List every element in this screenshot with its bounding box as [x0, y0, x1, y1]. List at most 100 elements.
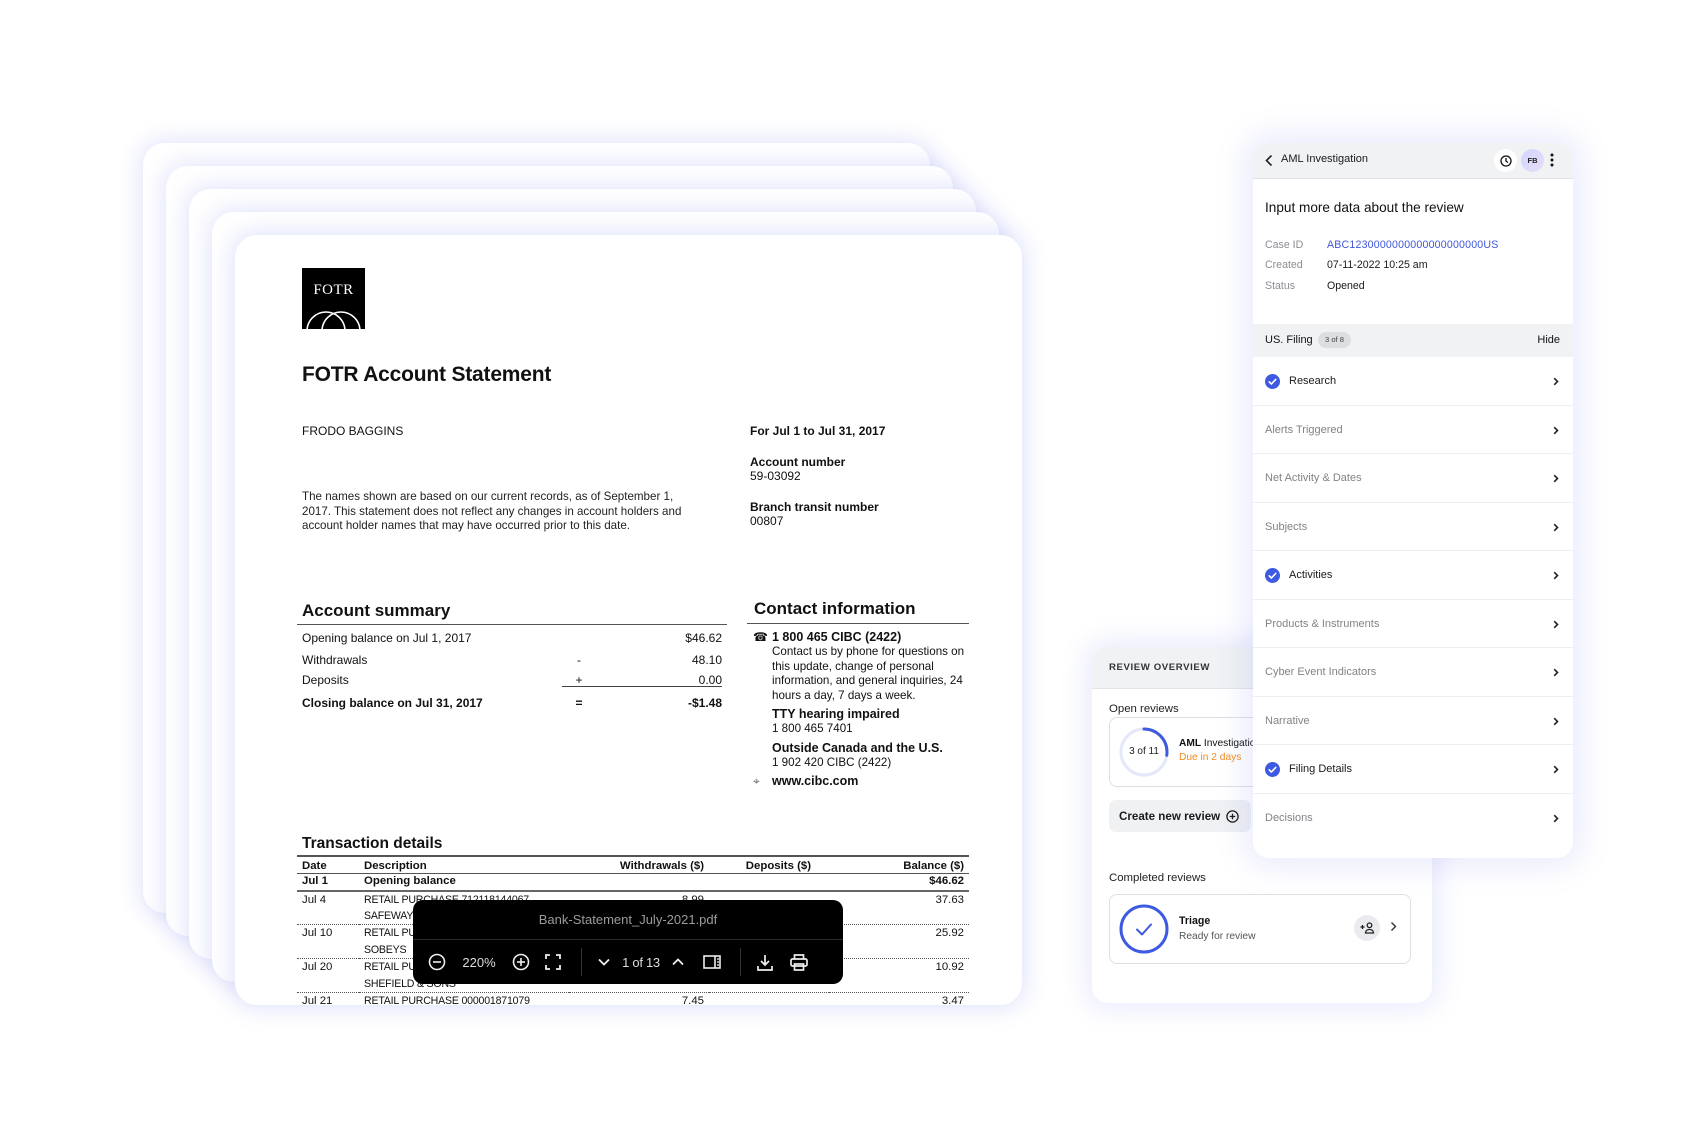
pdf-controls: 220% 1 of 13 [413, 940, 843, 984]
cell-date: Jul 1 [297, 873, 359, 892]
summary-amount: 48.10 [691, 653, 722, 667]
mouse-pointer-icon: ⌖ [753, 773, 760, 788]
sidebar-toggle-button[interactable] [699, 940, 725, 984]
filing-step-label: Research [1289, 375, 1337, 387]
chevron-right-icon [1553, 765, 1559, 774]
summary-amount: 0.00 [698, 673, 722, 687]
page-indicator: 1 of 13 [622, 954, 660, 970]
zoom-in-icon [512, 953, 530, 971]
zoom-out-button[interactable] [425, 940, 449, 984]
create-new-review-button[interactable]: Create new review [1109, 800, 1251, 832]
filing-step-item[interactable]: Cyber Event Indicators [1253, 648, 1573, 697]
more-options-icon[interactable] [1550, 153, 1554, 167]
summary-label: Closing balance on Jul 31, 2017 [302, 696, 483, 710]
contact-website-link[interactable]: www.cibc.com [772, 774, 858, 788]
filing-step-item[interactable]: Filing Details [1253, 745, 1573, 794]
filing-step-label: Net Activity & Dates [1265, 472, 1362, 484]
previous-page-button[interactable] [667, 940, 689, 984]
divider [562, 686, 722, 687]
summary-row: Opening balance on Jul 1, 2017 $46.62 [302, 631, 722, 647]
filing-step-item[interactable]: Subjects [1253, 503, 1573, 551]
download-icon [757, 954, 773, 971]
contact-info-title: Contact information [754, 599, 916, 618]
filing-step-item[interactable]: Alerts Triggered [1253, 406, 1573, 454]
filing-section-header: US. Filing 3 of 8 Hide [1253, 324, 1573, 357]
account-number-value: 59-03092 [750, 469, 801, 483]
cell-balance: 3.47 [941, 995, 964, 1005]
filing-step-label: Cyber Event Indicators [1265, 666, 1377, 678]
filing-step-item[interactable]: Narrative [1253, 697, 1573, 745]
panel-header: AML Investigation FB [1253, 143, 1573, 179]
account-summary-title: Account summary [302, 601, 451, 620]
contact-phone-description: Contact us by phone for questions on thi… [772, 645, 965, 702]
column-header-description: Description [359, 855, 569, 874]
user-avatar[interactable]: FB [1521, 149, 1544, 172]
filing-step-item[interactable]: Activities [1253, 551, 1573, 600]
check-circle-icon [1265, 762, 1280, 777]
filing-step-label: Filing Details [1289, 763, 1352, 775]
filing-step-item[interactable]: Products & Instruments [1253, 600, 1573, 648]
chevron-right-icon [1553, 377, 1559, 386]
cell-balance: 37.63 [935, 893, 964, 906]
case-id-link[interactable]: ABC1230000000000000000000US [1327, 239, 1499, 251]
open-review-card[interactable]: 3 of 11 AML Investigation Due in 2 days [1109, 717, 1269, 787]
chevron-right-icon [1553, 620, 1559, 628]
completed-review-status: Ready for review [1179, 931, 1256, 942]
contact-phone: 1 800 465 CIBC (2422) [772, 630, 902, 644]
summary-label: Withdrawals [302, 653, 368, 667]
filing-step-item[interactable]: Research [1253, 357, 1573, 406]
cell-description: Opening balance [359, 873, 569, 892]
summary-label: Deposits [302, 673, 349, 687]
statement-period: For Jul 1 to Jul 31, 2017 [750, 424, 886, 438]
chevron-right-icon [1553, 571, 1559, 580]
open-review-title-bold: AML [1179, 738, 1202, 749]
download-button[interactable] [753, 940, 777, 984]
table-row: Jul 21 RETAIL PURCHASE 000001871079 7.45… [297, 993, 969, 1005]
filing-step-label: Decisions [1265, 811, 1313, 824]
branch-number-block: Branch transit number 00807 [750, 500, 879, 528]
back-chevron-icon[interactable] [1265, 154, 1273, 167]
outside-number: 1 902 420 CIBC (2422) [772, 756, 892, 770]
chevron-right-icon [1553, 426, 1559, 434]
table-header-row: Date Description Withdrawals ($) Deposit… [297, 855, 969, 874]
cell-date: Jul 21 [302, 995, 333, 1005]
completed-review-card[interactable]: Triage Ready for review [1109, 894, 1411, 964]
due-date-label: Due in 2 days [1179, 752, 1242, 763]
meta-key: Case ID [1265, 239, 1304, 251]
logo-rings-icon [306, 311, 361, 329]
filing-step-label: Products & Instruments [1265, 617, 1380, 630]
filing-step-label: Narrative [1265, 714, 1310, 727]
fullscreen-button[interactable] [541, 940, 565, 984]
print-icon [790, 953, 808, 971]
cell-withdrawal: 7.45 [681, 995, 704, 1005]
history-button[interactable] [1494, 149, 1517, 172]
open-reviews-label: Open reviews [1109, 703, 1179, 715]
hide-button[interactable]: Hide [1537, 334, 1560, 346]
pdf-filename: Bank-Statement_July-2021.pdf [413, 900, 843, 940]
assign-user-button[interactable] [1354, 915, 1380, 941]
add-user-icon [1360, 922, 1374, 934]
outside-label: Outside Canada and the U.S. [772, 740, 943, 755]
cell-balance: $46.62 [829, 873, 969, 892]
fullscreen-icon [545, 954, 561, 970]
plus-circle-icon [1226, 809, 1239, 823]
column-header-deposits: Deposits ($) [709, 855, 829, 874]
filing-step-item[interactable]: Net Activity & Dates [1253, 454, 1573, 503]
summary-row-closing: Closing balance on Jul 31, 2017 = -$1.48 [302, 696, 722, 712]
transaction-details-title: Transaction details [302, 835, 443, 852]
check-circle-icon [1265, 568, 1280, 583]
print-button[interactable] [785, 940, 813, 984]
zoom-in-button[interactable] [509, 940, 533, 984]
meta-row-status: Status Opened [1265, 280, 1365, 292]
chevron-right-icon[interactable] [1390, 921, 1397, 932]
records-notice: The names shown are based on our current… [302, 490, 682, 532]
meta-key: Status [1265, 280, 1296, 292]
chevron-down-icon [598, 958, 610, 966]
contact-info: ☎ 1 800 465 CIBC (2422) Contact us by ph… [753, 630, 968, 789]
divider [297, 624, 727, 625]
filing-step-item[interactable]: Decisions [1253, 794, 1573, 843]
meta-value: 07-11-2022 10:25 am [1327, 259, 1428, 271]
filing-steps-list: Research Alerts Triggered Net Activity & D… [1253, 357, 1573, 842]
meta-row-case-id: Case ID ABC1230000000000000000000US [1265, 239, 1499, 251]
next-page-button[interactable] [593, 940, 615, 984]
